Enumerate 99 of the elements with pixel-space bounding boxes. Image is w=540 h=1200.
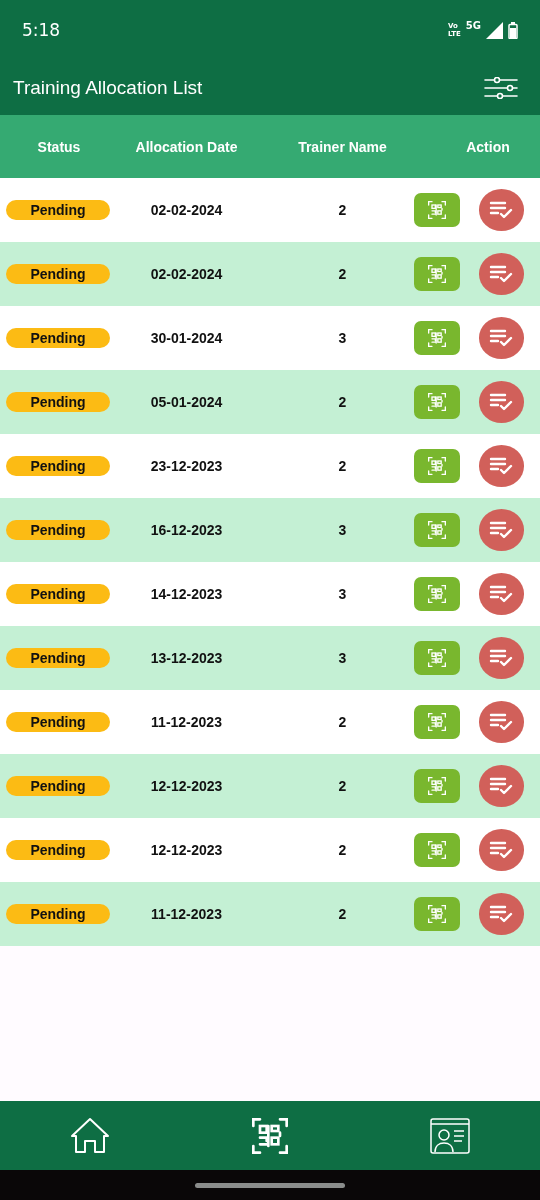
- checklist-icon: [489, 776, 514, 796]
- qr-code-icon: [426, 648, 447, 668]
- qr-code-icon: [426, 456, 447, 476]
- scan-button[interactable]: [414, 897, 460, 931]
- table-cell: 05-01-2024: [150, 394, 223, 410]
- scan-button[interactable]: [414, 641, 460, 675]
- table-cell: 02-02-2024: [150, 266, 223, 282]
- qr-code-icon: [426, 520, 447, 540]
- table-cell: 14-12-2023: [150, 586, 223, 602]
- table-cell: 2: [338, 458, 347, 474]
- qr-code-icon: [250, 1115, 290, 1156]
- table-cell: 2: [338, 266, 347, 282]
- status-badge: Pending: [6, 328, 110, 348]
- table-cell: 16-12-2023: [150, 522, 223, 538]
- qr-code-icon: [426, 776, 447, 796]
- signal-icon: [486, 21, 503, 39]
- checklist-icon: [489, 200, 514, 220]
- table-cell: 30-01-2024: [150, 330, 223, 346]
- status-badge: Pending: [6, 776, 110, 796]
- scan-button[interactable]: [414, 833, 460, 867]
- approve-button[interactable]: [478, 317, 524, 359]
- qr-code-icon: [426, 264, 447, 284]
- approve-button[interactable]: [478, 445, 524, 487]
- approve-button[interactable]: [478, 381, 524, 423]
- scan-button[interactable]: [414, 513, 460, 547]
- checklist-icon: [489, 264, 514, 284]
- status-badge: Pending: [6, 904, 110, 924]
- approve-button[interactable]: [478, 893, 524, 935]
- table-cell: 2: [338, 906, 347, 922]
- gesture-handle[interactable]: [195, 1182, 345, 1188]
- column-header: Allocation Date: [134, 138, 239, 155]
- table-cell: 3: [338, 586, 347, 602]
- qr-code-icon: [426, 712, 447, 732]
- scan-button[interactable]: [414, 769, 460, 803]
- table-cell: 12-12-2023: [150, 778, 223, 794]
- status-badge: Pending: [6, 648, 110, 668]
- clock-time: 5:18: [22, 20, 61, 40]
- scan-button[interactable]: [414, 705, 460, 739]
- approve-button[interactable]: [478, 253, 524, 295]
- qr-code-icon: [426, 840, 447, 860]
- approve-button[interactable]: [478, 765, 524, 807]
- status-badge: Pending: [6, 584, 110, 604]
- qr-code-icon: [426, 904, 447, 924]
- qr-code-icon: [426, 328, 447, 348]
- approve-button[interactable]: [478, 829, 524, 871]
- checklist-icon: [489, 392, 514, 412]
- table-cell: 12-12-2023: [150, 842, 223, 858]
- table-cell: 2: [338, 778, 347, 794]
- table-cell: 2: [338, 202, 347, 218]
- approve-button[interactable]: [478, 573, 524, 615]
- qr-code-icon: [426, 584, 447, 604]
- profile-card-icon[interactable]: [430, 1117, 470, 1154]
- scan-button[interactable]: [414, 385, 460, 419]
- table-cell: 2: [338, 394, 347, 410]
- checklist-icon: [489, 648, 514, 668]
- home-icon[interactable]: [70, 1115, 110, 1156]
- checklist-icon: [489, 456, 514, 476]
- checklist-icon: [489, 328, 514, 348]
- checklist-icon: [489, 520, 514, 540]
- table-cell: 13-12-2023: [150, 650, 223, 666]
- checklist-icon: [489, 840, 514, 860]
- scan-button[interactable]: [414, 449, 460, 483]
- table-cell: 11-12-2023: [151, 714, 222, 730]
- scan-icon[interactable]: [250, 1115, 290, 1156]
- column-header: Status: [36, 138, 82, 155]
- table-cell: 3: [338, 522, 347, 538]
- table-cell: 2: [338, 842, 347, 858]
- status-badge: Pending: [6, 520, 110, 540]
- table-cell: 2: [338, 714, 347, 730]
- network-type: 5G: [465, 19, 481, 31]
- status-badge: Pending: [6, 712, 110, 732]
- column-header: Trainer Name: [297, 138, 388, 155]
- qr-code-icon: [426, 200, 447, 220]
- scan-button[interactable]: [414, 577, 460, 611]
- approve-button[interactable]: [478, 701, 524, 743]
- scan-button[interactable]: [414, 257, 460, 291]
- approve-button[interactable]: [478, 509, 524, 551]
- table-cell: 23-12-2023: [150, 458, 223, 474]
- table-cell: 02-02-2024: [150, 202, 223, 218]
- status-badge: Pending: [6, 392, 110, 412]
- qr-code-icon: [426, 392, 447, 412]
- approve-button[interactable]: [478, 637, 524, 679]
- status-badge: Pending: [6, 264, 110, 284]
- filter-button[interactable]: [484, 76, 518, 99]
- approve-button[interactable]: [478, 189, 524, 231]
- status-badge: Pending: [6, 200, 110, 220]
- scan-button[interactable]: [414, 193, 460, 227]
- column-header: Action: [465, 138, 511, 155]
- table-cell: 3: [338, 330, 347, 346]
- table-cell: 11-12-2023: [151, 906, 222, 922]
- checklist-icon: [489, 712, 514, 732]
- checklist-icon: [489, 584, 514, 604]
- page-title: Training Allocation List: [13, 76, 203, 99]
- status-badge: Pending: [6, 456, 110, 476]
- battery-icon: [508, 21, 518, 39]
- scan-button[interactable]: [414, 321, 460, 355]
- checklist-icon: [489, 904, 514, 924]
- status-badge: Pending: [6, 840, 110, 860]
- table-cell: 3: [338, 650, 347, 666]
